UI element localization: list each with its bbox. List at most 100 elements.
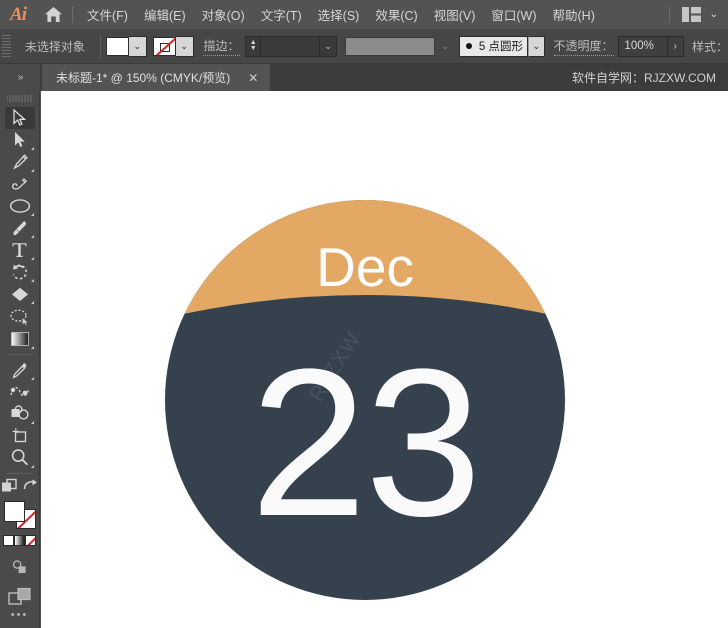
stroke-inner-square [159,42,170,52]
control-bar-grip[interactable] [2,35,11,57]
menu-object[interactable]: 对象(O) [194,1,253,28]
tool-flyout-corner-icon[interactable] [30,376,34,380]
menu-item-list: 文件(F) 编辑(E) 对象(O) 文字(T) 选择(S) 效果(C) 视图(V… [79,1,603,28]
tool-eyedropper[interactable] [5,359,35,381]
tool-curvature[interactable] [5,173,35,195]
curvature-icon [12,177,28,190]
change-screen-mode-icon[interactable] [23,478,38,498]
eyedropper-icon [11,362,26,379]
type-t-icon [12,243,27,258]
artwork-month-text: Dec [316,236,414,298]
artboard-icon [12,428,26,443]
tool-flyout-corner-icon[interactable] [30,301,34,305]
variable-width-profile-field[interactable] [345,36,436,56]
home-icon[interactable] [36,0,70,29]
stroke-swatch-none[interactable] [152,36,176,56]
tool-flyout-corner-icon[interactable] [30,235,34,239]
tool-lasso[interactable] [5,305,35,327]
tools-divider-1 [6,353,33,355]
tool-rotate[interactable] [5,261,35,283]
stroke-color-control[interactable]: ⌄ [152,35,194,57]
fill-color-box[interactable] [3,500,25,522]
tool-flyout-corner-icon[interactable] [30,213,34,217]
tool-symbol-sprayer[interactable] [5,556,35,578]
tool-flyout-corner-icon[interactable] [30,279,34,283]
tool-type[interactable] [5,239,35,261]
fill-dropdown-chevron-icon[interactable]: ⌄ [128,35,147,57]
tool-flyout-corner-icon[interactable] [30,345,34,349]
selection-status-label: 未选择对象 [24,39,85,54]
color-mode-mini-bar [3,535,36,547]
fill-stroke-indicator[interactable] [3,500,36,530]
tool-pen[interactable] [5,151,35,173]
stroke-weight-label: 描边： [203,37,240,56]
tool-ellipse[interactable] [5,195,35,217]
variable-width-chevron-icon[interactable]: ⌄ [435,36,455,57]
tool-flyout-corner-icon[interactable] [30,465,34,468]
none-swatch-button[interactable] [25,535,36,547]
tool-direct-selection[interactable] [5,129,35,151]
tool-eraser[interactable] [5,283,35,305]
fill-color-control[interactable]: ⌄ [105,35,147,57]
panel-expand-button[interactable]: » [0,64,40,91]
control-bar: 未选择对象 ⌄ ⌄ 描边： ▲ ▼ ⌄ ⌄ 5 点圆形 ⌄ 不透明度： 100%… [0,29,728,64]
selection-arrow-icon [13,109,27,126]
stepper-down-icon[interactable]: ▼ [250,45,257,52]
stroke-weight-input[interactable] [261,35,320,57]
menu-file[interactable]: 文件(F) [79,1,136,28]
stroke-weight-stepper[interactable]: ▲ ▼ [245,35,262,57]
tools-panel-grip[interactable] [6,93,33,104]
brush-definition-field[interactable]: 5 点圆形 [458,35,529,57]
rotate-icon [12,264,27,280]
direct-selection-arrow-icon [15,132,25,148]
workspace-switcher[interactable]: ⌄ [668,0,728,29]
tool-flyout-corner-icon[interactable] [30,146,34,150]
double-chevron-right-icon[interactable]: » [18,72,23,83]
site-watermark-text: 软件自学网：RJZXW.COM [572,71,716,85]
menu-edit[interactable]: 编辑(E) [136,1,194,28]
tool-selection[interactable] [4,106,35,129]
brush-definition-chevron-icon[interactable]: ⌄ [528,35,545,57]
opacity-input[interactable]: 100% [618,35,668,57]
tool-flyout-corner-icon[interactable] [30,257,34,261]
opacity-flyout-icon[interactable]: › [667,35,685,57]
tool-flyout-corner-icon[interactable] [30,420,34,424]
color-swatch-button[interactable] [3,535,14,547]
menu-help[interactable]: 帮助(H) [545,1,603,28]
menu-effect[interactable]: 效果(C) [367,1,425,28]
tools-mode-row [1,478,38,499]
tool-zoom[interactable] [5,447,35,469]
blend-icon [9,387,30,397]
workspace-divider [668,6,670,23]
close-icon[interactable]: ✕ [244,71,262,85]
edit-toolbar-button[interactable]: ••• [11,609,29,621]
tools-panel: ••• [0,91,40,628]
graphic-styles-label: 样式： [692,39,728,54]
menu-select[interactable]: 选择(S) [310,1,368,28]
shape-builder-icon [11,405,29,420]
gradient-icon [10,331,29,346]
fill-swatch[interactable] [105,36,129,56]
tool-gradient[interactable] [5,328,35,350]
draw-modes-icon[interactable] [1,478,18,499]
app-logo-icon: Ai [10,3,27,25]
tool-blend[interactable] [5,381,35,403]
artboard-canvas[interactable]: Dec 23 RJZXW [41,91,728,628]
tool-paintbrush[interactable] [5,217,35,239]
calendar-icon-artwork[interactable]: Dec 23 RJZXW [165,200,565,600]
menu-type[interactable]: 文字(T) [253,1,310,28]
document-tab[interactable]: 未标题-1* @ 150% (CMYK/预览) ✕ [42,64,271,91]
gradient-swatch-button[interactable] [14,535,25,547]
ellipse-icon [9,199,30,213]
tool-arrange-documents[interactable] [5,584,35,609]
eraser-icon [11,287,28,301]
tool-artboard[interactable] [5,425,35,447]
stroke-weight-chevron-icon[interactable]: ⌄ [319,35,338,57]
tool-shape-builder[interactable] [5,403,35,425]
menu-view[interactable]: 视图(V) [426,1,484,28]
stroke-dropdown-chevron-icon[interactable]: ⌄ [175,35,194,57]
menu-window[interactable]: 窗口(W) [483,1,544,28]
chevron-down-icon[interactable]: ⌄ [710,9,718,20]
tool-flyout-corner-icon[interactable] [30,168,34,172]
workspace-layout-icon[interactable] [681,7,701,22]
